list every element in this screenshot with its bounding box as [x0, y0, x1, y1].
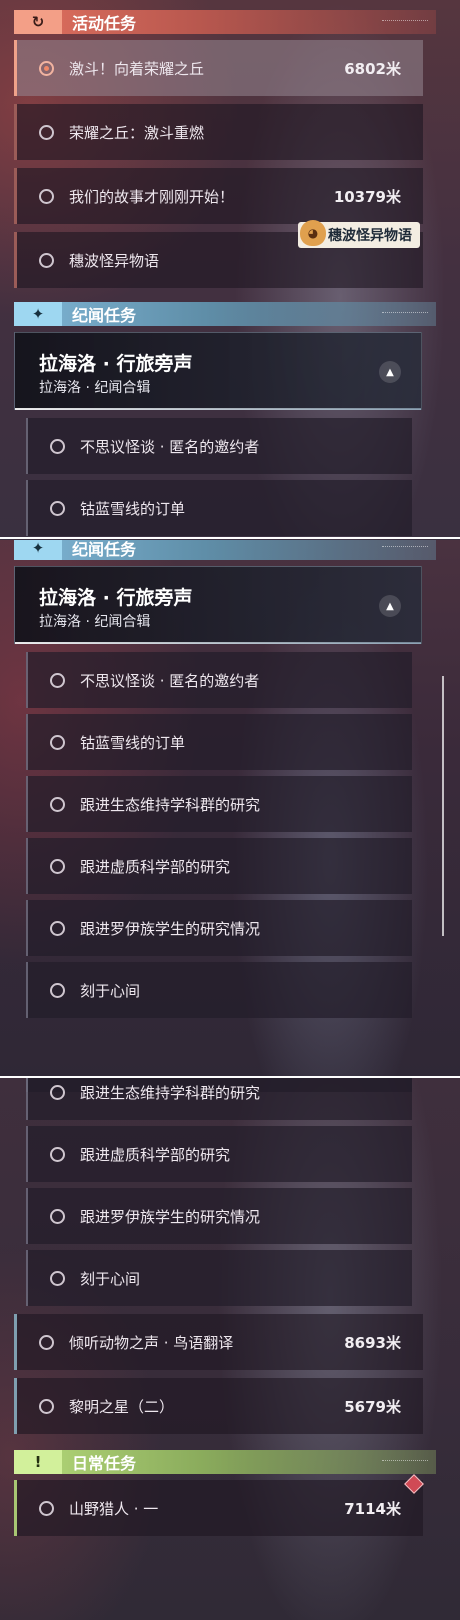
card-subtitle: 拉海洛 · 纪闻合辑 [39, 380, 151, 396]
header-decoration [382, 1459, 428, 1465]
card-title: 拉海洛 · 行旅旁声 [39, 587, 193, 609]
quest-label: 穗波怪异物语 [69, 251, 160, 270]
quest-row-chronicle-sub-3[interactable]: 跟进生态维持学科群的研究 [26, 776, 412, 832]
radio-icon [50, 1146, 65, 1162]
quest-label: 跟进虚质科学部的研究 [80, 857, 231, 876]
chronicle-quest-header[interactable]: ✦ 纪闻任务 [14, 302, 436, 326]
radio-icon [39, 188, 54, 204]
quest-row-chronicle-sub-5[interactable]: 跟进罗伊族学生的研究情况 [26, 900, 412, 956]
radio-icon [50, 1208, 65, 1224]
quest-panel-bottom: 跟进生态维持学科群的研究 跟进虚质科学部的研究 跟进罗伊族学生的研究情况 刻于心… [0, 1078, 460, 1620]
quest-distance: 8693米 [344, 1333, 401, 1352]
radio-icon [50, 982, 65, 998]
quest-label: 激斗！向着荣耀之丘 [69, 59, 205, 78]
quest-row-activity-3[interactable]: 我们的故事才刚刚开始！ 10379米 [14, 168, 423, 224]
radio-icon [39, 1398, 54, 1414]
radio-icon [39, 1334, 54, 1350]
sparkle-icon: ✦ [14, 540, 62, 560]
collapse-icon[interactable]: ▲ [379, 595, 401, 617]
collapse-icon[interactable]: ▲ [379, 361, 401, 383]
quest-row-chronicle-sub-6[interactable]: 刻于心间 [26, 962, 412, 1018]
quest-row-chronicle-sub-6[interactable]: 刻于心间 [26, 1250, 412, 1306]
quest-row-chronicle-1[interactable]: 倾听动物之声 · 鸟语翻译 8693米 [14, 1314, 423, 1370]
chronicle-collection-card[interactable]: 拉海洛 · 行旅旁声 拉海洛 · 纪闻合辑 ▲ [14, 566, 422, 644]
quest-label: 荣耀之丘：激斗重燃 [69, 123, 205, 142]
tooltip-text: 穗波怪异物语 [328, 228, 412, 244]
quest-label: 跟进罗伊族学生的研究情况 [80, 1207, 261, 1226]
radio-icon [50, 858, 65, 874]
chronicle-quest-header[interactable]: ✦ 纪闻任务 [14, 540, 436, 560]
quest-panel-middle: ✦ 纪闻任务 拉海洛 · 行旅旁声 拉海洛 · 纪闻合辑 ▲ 不思议怪谈 · 匿… [0, 540, 460, 1078]
quest-distance: 6802米 [344, 59, 401, 78]
quest-row-chronicle-sub-4[interactable]: 跟进虚质科学部的研究 [26, 838, 412, 894]
quest-label: 钴蓝雪线的订单 [80, 733, 186, 752]
quest-row-activity-2[interactable]: 荣耀之丘：激斗重燃 [14, 104, 423, 160]
quest-row-activity-1[interactable]: 激斗！向着荣耀之丘 6802米 [14, 40, 423, 96]
quest-row-chronicle-sub-1[interactable]: 不思议怪谈 · 匿名的邀约者 [26, 418, 412, 474]
chronicle-quest-title: 纪闻任务 [72, 540, 137, 559]
quest-label: 不思议怪谈 · 匿名的邀约者 [80, 437, 260, 456]
header-decoration [382, 545, 428, 551]
exclamation-icon: ! [14, 1450, 62, 1474]
header-decoration [382, 311, 428, 317]
sparkle-icon: ✦ [14, 302, 62, 326]
quest-label: 山野猎人 · 一 [69, 1499, 159, 1518]
daily-quest-header[interactable]: ! 日常任务 [14, 1450, 436, 1474]
quest-label: 黎明之星（二） [69, 1397, 175, 1416]
selected-radio-icon [39, 60, 54, 76]
radio-icon [50, 1270, 65, 1286]
quest-label: 我们的故事才刚刚开始！ [69, 187, 235, 206]
card-title: 拉海洛 · 行旅旁声 [39, 353, 193, 375]
quest-label: 跟进虚质科学部的研究 [80, 1145, 231, 1164]
activity-quest-title: 活动任务 [72, 14, 137, 33]
radio-icon [39, 1500, 54, 1516]
header-decoration [382, 19, 428, 25]
quest-distance: 10379米 [333, 187, 401, 206]
pet-mascot-icon: ◕ [300, 220, 326, 246]
quest-label: 不思议怪谈 · 匿名的邀约者 [80, 671, 260, 690]
quest-row-chronicle-sub-3[interactable]: 跟进生态维持学科群的研究 [26, 1078, 412, 1120]
chronicle-quest-title: 纪闻任务 [72, 306, 137, 325]
quest-label: 跟进生态维持学科群的研究 [80, 795, 261, 814]
quest-label: 刻于心间 [80, 1269, 141, 1288]
quest-distance: 5679米 [344, 1397, 401, 1416]
radio-icon [39, 252, 54, 268]
quest-row-chronicle-sub-1[interactable]: 不思议怪谈 · 匿名的邀约者 [26, 652, 412, 708]
scrollbar[interactable] [442, 676, 444, 936]
refresh-quest-icon: ↻ [14, 10, 62, 34]
quest-label: 倾听动物之声 · 鸟语翻译 [69, 1333, 234, 1352]
quest-row-chronicle-sub-5[interactable]: 跟进罗伊族学生的研究情况 [26, 1188, 412, 1244]
radio-icon [50, 734, 65, 750]
quest-panel-top: ↻ 活动任务 激斗！向着荣耀之丘 6802米 荣耀之丘：激斗重燃 我们的故事才刚… [0, 0, 460, 540]
radio-icon [50, 672, 65, 688]
card-subtitle: 拉海洛 · 纪闻合辑 [39, 614, 151, 630]
daily-quest-title: 日常任务 [72, 1454, 137, 1473]
quest-row-chronicle-sub-4[interactable]: 跟进虚质科学部的研究 [26, 1126, 412, 1182]
quest-name-tooltip: ◕ 穗波怪异物语 [298, 220, 420, 248]
radio-icon [50, 438, 65, 454]
radio-icon [50, 1084, 65, 1100]
chronicle-collection-card[interactable]: 拉海洛 · 行旅旁声 拉海洛 · 纪闻合辑 ▲ [14, 332, 422, 410]
section-divider [0, 537, 460, 539]
radio-icon [50, 500, 65, 516]
radio-icon [50, 796, 65, 812]
quest-label: 钴蓝雪线的订单 [80, 499, 186, 518]
quest-row-chronicle-2[interactable]: 黎明之星（二） 5679米 [14, 1378, 423, 1434]
activity-quest-header[interactable]: ↻ 活动任务 [14, 10, 436, 34]
quest-label: 跟进生态维持学科群的研究 [80, 1083, 261, 1102]
quest-row-chronicle-sub-2[interactable]: 钴蓝雪线的订单 [26, 714, 412, 770]
radio-icon [39, 124, 54, 140]
quest-label: 刻于心间 [80, 981, 141, 1000]
radio-icon [50, 920, 65, 936]
quest-row-daily-1[interactable]: 山野猎人 · 一 7114米 [14, 1480, 423, 1536]
quest-row-chronicle-sub-2[interactable]: 钴蓝雪线的订单 [26, 480, 412, 536]
quest-label: 跟进罗伊族学生的研究情况 [80, 919, 261, 938]
quest-distance: 7114米 [344, 1499, 401, 1518]
